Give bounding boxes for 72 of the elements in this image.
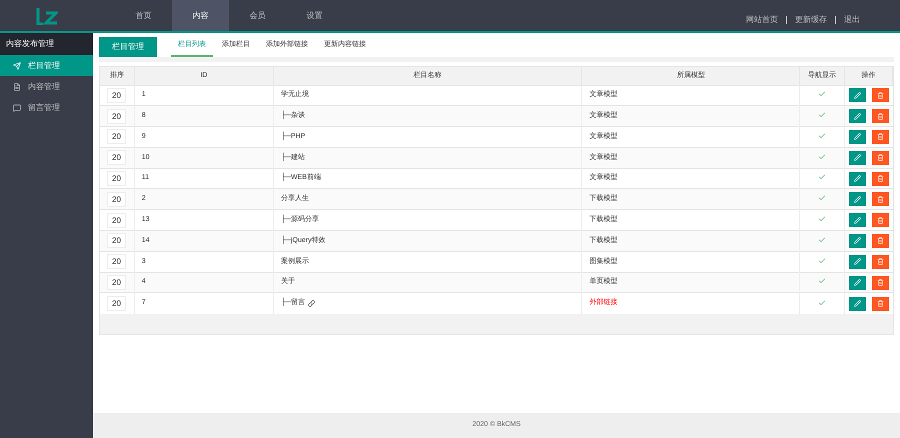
trash-icon [876, 154, 884, 162]
document-icon [13, 82, 21, 90]
nav-tab[interactable]: 设置 [286, 0, 343, 31]
sidebar-title: 内容发布管理 [0, 33, 93, 55]
sidebar-item[interactable]: 内容管理 [0, 76, 93, 97]
delete-button[interactable] [872, 254, 889, 269]
nav-tab[interactable]: 内容 [172, 0, 229, 31]
nav-tab[interactable]: 首页 [115, 0, 172, 31]
section-button[interactable]: 栏目管理 [99, 37, 157, 57]
sort-input[interactable]: 20 [107, 129, 126, 144]
trash-icon [876, 237, 884, 244]
edit-button[interactable] [848, 130, 866, 144]
trash-icon [876, 112, 884, 120]
pencil-icon [854, 196, 861, 203]
sort-input[interactable]: 20 [107, 275, 126, 290]
pencil-icon [854, 258, 861, 266]
trash-icon [876, 175, 884, 182]
trash-icon [876, 300, 884, 308]
sort-input[interactable]: 20 [107, 108, 126, 124]
edit-button[interactable] [848, 234, 866, 248]
sort-input[interactable]: 20 [107, 296, 126, 312]
trash-icon [876, 279, 884, 286]
pencil-icon [854, 216, 861, 224]
delete-button[interactable] [872, 88, 889, 102]
sort-input[interactable]: 20 [107, 171, 126, 186]
sidebar-item[interactable]: 栏目管理 [0, 55, 93, 76]
edit-button[interactable] [848, 150, 866, 165]
sort-input[interactable]: 20 [107, 233, 126, 248]
delete-button[interactable] [872, 276, 889, 290]
edit-button[interactable] [848, 213, 866, 228]
edit-button[interactable] [848, 296, 866, 311]
delete-button[interactable] [872, 234, 889, 248]
delete-button[interactable] [872, 109, 889, 124]
chat-icon [13, 104, 21, 112]
delete-button[interactable] [872, 130, 889, 144]
pencil-icon [854, 154, 861, 162]
trash-icon [876, 133, 884, 140]
delete-button[interactable] [872, 296, 889, 311]
edit-button[interactable] [848, 276, 866, 290]
header-link[interactable]: 更新缓存 [795, 14, 827, 26]
delete-button[interactable] [872, 150, 889, 165]
pencil-icon [854, 300, 861, 308]
delete-button[interactable] [872, 172, 889, 186]
delete-button[interactable] [872, 213, 889, 228]
sort-input[interactable]: 20 [107, 88, 126, 103]
link-icon [308, 300, 315, 308]
trash-icon [876, 216, 884, 224]
send-icon [13, 62, 21, 70]
pencil-icon [854, 237, 861, 244]
trash-icon [876, 92, 884, 99]
edit-button[interactable] [848, 254, 866, 269]
trash-icon [876, 196, 884, 203]
edit-button[interactable] [848, 192, 866, 206]
sort-input[interactable]: 20 [107, 150, 126, 166]
pencil-icon [854, 112, 861, 120]
delete-button[interactable] [872, 192, 889, 206]
sort-input[interactable]: 20 [107, 212, 126, 228]
pencil-icon [854, 92, 861, 99]
pencil-icon [854, 175, 861, 182]
trash-icon [876, 258, 884, 266]
pencil-icon [854, 133, 861, 140]
sort-input[interactable]: 20 [107, 192, 126, 207]
edit-button[interactable] [848, 109, 866, 124]
edit-button[interactable] [848, 172, 866, 186]
header-link[interactable]: 退出 [844, 14, 860, 26]
logo-icon [36, 6, 58, 24]
pencil-icon [854, 279, 861, 286]
edit-button[interactable] [848, 88, 866, 102]
sort-input[interactable]: 20 [107, 254, 126, 270]
sidebar-item[interactable]: 留言管理 [0, 97, 93, 118]
nav-tab[interactable]: 会员 [229, 0, 286, 31]
header-link[interactable]: 网站首页 [746, 14, 778, 26]
